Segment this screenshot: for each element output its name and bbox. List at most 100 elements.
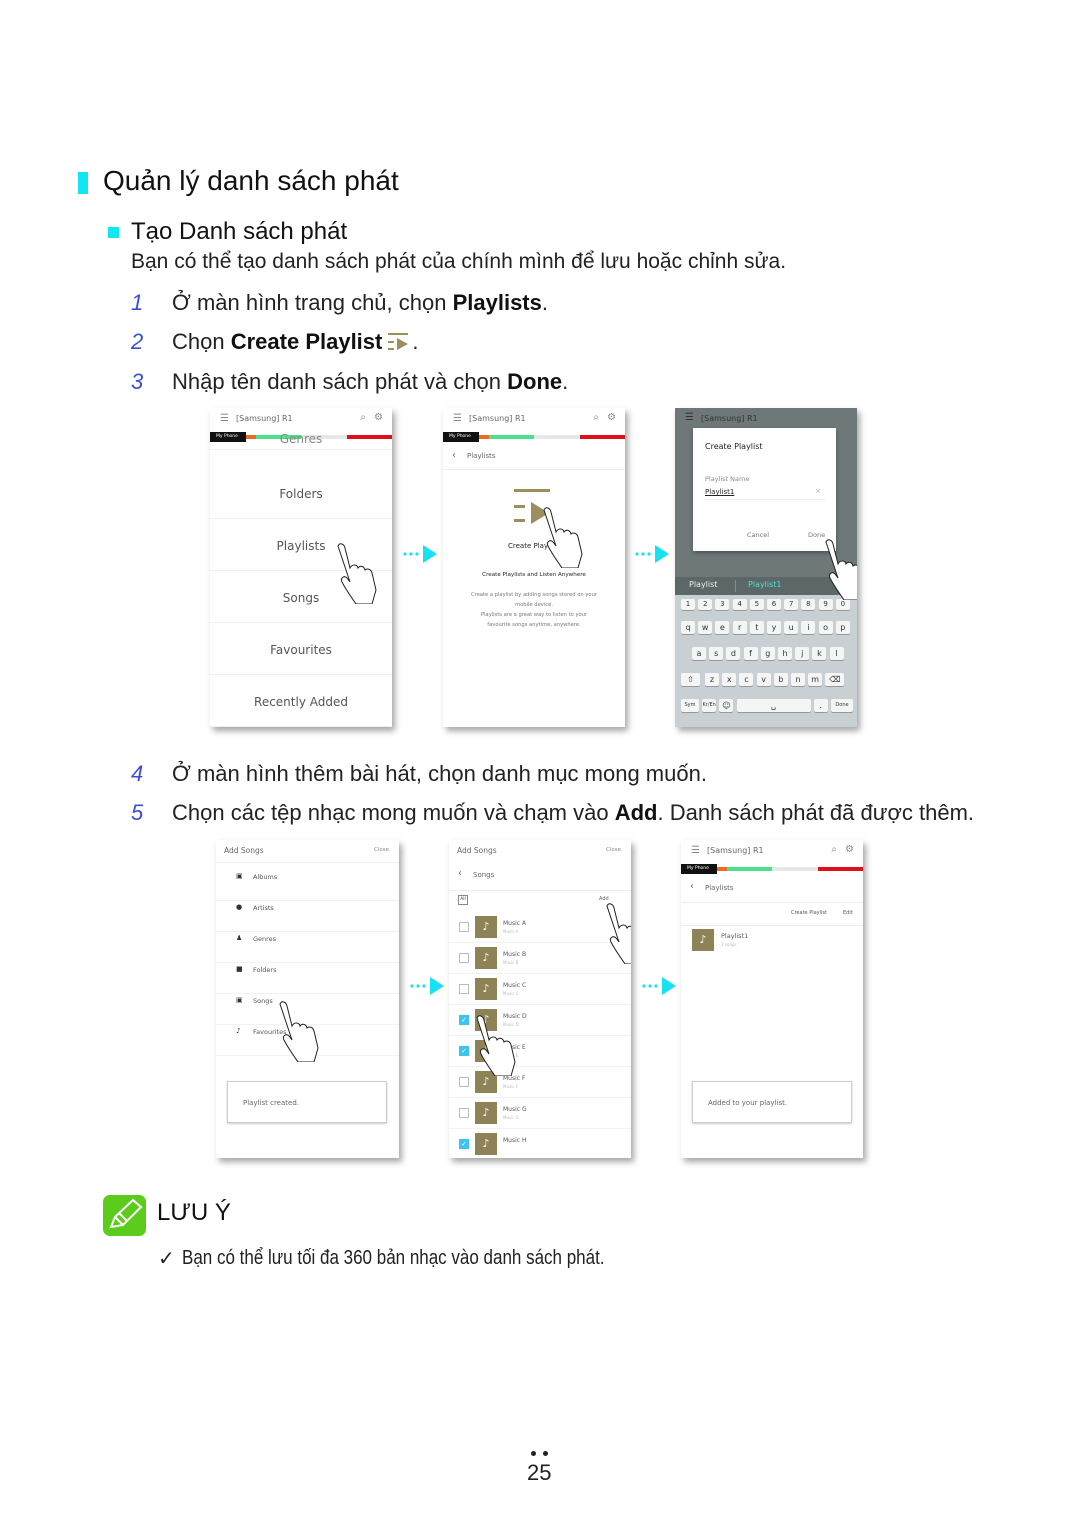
back-label[interactable]: Songs	[473, 871, 494, 879]
list-item-genres[interactable]: Genres	[210, 422, 392, 450]
song-checkbox[interactable]: ✓	[459, 1015, 469, 1025]
key-v[interactable]: v	[756, 673, 771, 686]
key-d[interactable]: d	[726, 647, 741, 660]
key-3[interactable]: 3	[715, 599, 730, 610]
color-bar-segment	[726, 867, 772, 871]
key-☺[interactable]: ☺	[719, 699, 734, 712]
song-checkbox[interactable]	[459, 922, 469, 932]
category-label: Artists	[253, 904, 274, 912]
list-item-favourites[interactable]: Favourites	[210, 625, 392, 675]
song-checkbox[interactable]	[459, 984, 469, 994]
key-q[interactable]: q	[681, 621, 695, 634]
key-w[interactable]: w	[698, 621, 713, 634]
song-row[interactable]: ♪ Music G Music G	[449, 1098, 631, 1129]
key-␣[interactable]: ␣	[736, 699, 811, 712]
edit-link[interactable]: Edit	[843, 910, 853, 916]
folder-icon: ■	[236, 965, 243, 973]
key-8[interactable]: 8	[801, 599, 816, 610]
select-all-checkbox[interactable]: All	[458, 895, 468, 905]
key-h[interactable]: h	[778, 647, 792, 660]
close-button[interactable]: Close	[606, 847, 621, 853]
arrow-right-icon	[635, 545, 669, 563]
step-text: Ở màn hình trang chủ, chọn Playlists.	[172, 290, 548, 316]
key-n[interactable]: n	[791, 673, 805, 686]
song-row[interactable]: ♪ Music C Music C	[449, 974, 631, 1005]
key-f[interactable]: f	[743, 647, 758, 660]
menu-icon[interactable]: ☰	[453, 413, 462, 424]
key-5[interactable]: 5	[749, 599, 764, 610]
key-a[interactable]: a	[692, 647, 706, 660]
suggestion-selected[interactable]: Playlist1	[748, 580, 782, 589]
key-c[interactable]: c	[739, 673, 754, 686]
clear-icon[interactable]: ×	[815, 487, 821, 495]
back-icon[interactable]: ‹	[690, 881, 694, 892]
song-title: Music C	[503, 982, 527, 989]
key-j[interactable]: j	[795, 647, 810, 660]
key-o[interactable]: o	[818, 621, 833, 634]
create-playlist-link[interactable]: Create Playlist	[791, 910, 827, 916]
key-4[interactable]: 4	[732, 599, 747, 610]
key-l[interactable]: l	[829, 647, 844, 660]
back-label[interactable]: Playlists	[705, 884, 734, 892]
intro-text: Bạn có thể tạo danh sách phát của chính …	[131, 250, 787, 273]
gear-icon[interactable]: ⚙	[845, 844, 854, 855]
song-checkbox[interactable]	[459, 1108, 469, 1118]
key-6[interactable]: 6	[767, 599, 781, 610]
key-k[interactable]: k	[812, 647, 827, 660]
song-row[interactable]: ✓ ♪ Music H	[449, 1129, 631, 1158]
key-g[interactable]: g	[760, 647, 775, 660]
key-Done[interactable]: Done	[831, 699, 853, 712]
suggestion[interactable]: Playlist	[689, 580, 717, 589]
source-tab-my-phone[interactable]: My Phone	[681, 864, 717, 874]
key-0[interactable]: 0	[835, 599, 850, 610]
song-checkbox[interactable]	[459, 1077, 469, 1087]
key-Sym[interactable]: Sym	[681, 699, 699, 712]
category-item-artists[interactable]: ● Artists	[216, 901, 399, 932]
key-p[interactable]: p	[835, 621, 850, 634]
song-checkbox[interactable]: ✓	[459, 1046, 469, 1056]
category-item-folders[interactable]: ■ Folders	[216, 963, 399, 994]
source-tab-my-phone[interactable]: My Phone	[443, 432, 479, 442]
key-y[interactable]: y	[767, 621, 781, 634]
note-title: LƯU Ý	[157, 1199, 231, 1226]
category-item-albums[interactable]: ▣ Albums	[216, 870, 399, 901]
key-u[interactable]: u	[784, 621, 799, 634]
step-text: Nhập tên danh sách phát và chọn Done.	[172, 369, 568, 395]
key-s[interactable]: s	[709, 647, 724, 660]
artist-icon: ●	[236, 903, 243, 911]
playlist-name-input[interactable]: Playlist1	[705, 488, 734, 496]
list-item-folders[interactable]: Folders	[210, 469, 392, 519]
close-button[interactable]: Close	[374, 847, 389, 853]
cancel-button[interactable]: Cancel	[747, 531, 769, 539]
key-i[interactable]: i	[801, 621, 816, 634]
search-icon[interactable]: ⌕	[593, 412, 599, 423]
search-icon[interactable]: ⌕	[831, 844, 837, 855]
playlist-title[interactable]: Playlist1	[721, 932, 748, 940]
key-b[interactable]: b	[773, 673, 788, 686]
key-x[interactable]: x	[722, 673, 737, 686]
back-icon[interactable]: ‹	[458, 868, 462, 879]
song-checkbox[interactable]: ✓	[459, 1139, 469, 1149]
key-⇧[interactable]: ⇧	[681, 673, 700, 686]
key-Kr/En[interactable]: Kr/En	[702, 699, 717, 712]
song-title: Music H	[503, 1137, 527, 1144]
gear-icon[interactable]: ⚙	[607, 412, 616, 423]
key-z[interactable]: z	[705, 673, 719, 686]
key-t[interactable]: t	[749, 621, 764, 634]
menu-icon[interactable]: ☰	[691, 845, 700, 856]
key-7[interactable]: 7	[784, 599, 799, 610]
song-checkbox[interactable]	[459, 953, 469, 963]
key-2[interactable]: 2	[698, 599, 713, 610]
key-m[interactable]: m	[808, 673, 823, 686]
category-item-genres[interactable]: ♟ Genres	[216, 932, 399, 963]
dialog-title: Create Playlist	[705, 442, 763, 451]
back-label[interactable]: Playlists	[467, 452, 496, 460]
key-9[interactable]: 9	[818, 599, 833, 610]
key-e[interactable]: e	[715, 621, 730, 634]
back-icon[interactable]: ‹	[452, 450, 456, 461]
list-item-recently-added[interactable]: Recently Added	[210, 677, 392, 727]
key-⌫[interactable]: ⌫	[825, 673, 845, 686]
key-1[interactable]: 1	[681, 599, 695, 610]
key-.[interactable]: .	[813, 699, 828, 712]
key-r[interactable]: r	[732, 621, 747, 634]
